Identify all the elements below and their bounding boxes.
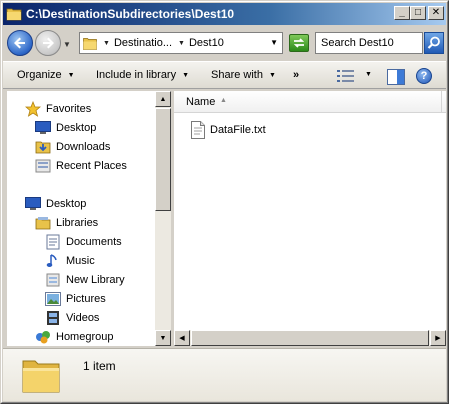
organize-menu[interactable]: Organize ▼ xyxy=(17,69,75,81)
address-box[interactable]: ▼ Destinatio... ▼ Dest10 ▼ xyxy=(79,32,283,54)
address-toolbar: ▼ ▼ Destinatio... ▼ Dest10 ▼ Search Dest… xyxy=(3,25,446,60)
folder-icon xyxy=(6,8,22,21)
navigation-scrollbar[interactable]: ▲ ▼ xyxy=(155,91,171,346)
text-file-icon xyxy=(191,121,205,139)
scroll-down-button[interactable]: ▼ xyxy=(155,330,171,346)
chevron-down-icon: ▼ xyxy=(67,72,75,79)
preview-pane-icon[interactable] xyxy=(387,69,405,85)
share-with-label: Share with xyxy=(211,69,263,81)
nav-item-new-library[interactable]: New Library xyxy=(45,272,125,288)
column-name-label: Name xyxy=(186,96,216,108)
navigation-pane[interactable]: Favorites Desktop Downloads Recent Place… xyxy=(7,91,155,346)
minimize-button[interactable]: _ xyxy=(394,6,410,20)
chevron-down-icon: ▼ xyxy=(268,72,276,79)
scrollbar-thumb[interactable] xyxy=(155,108,171,211)
folder-icon xyxy=(22,360,60,393)
nav-label: Music xyxy=(66,255,95,267)
sort-ascending-icon: ▲ xyxy=(220,97,227,104)
list-item[interactable]: DataFile.txt xyxy=(190,121,266,139)
recent-places-icon xyxy=(35,158,51,174)
include-in-library-label: Include in library xyxy=(96,69,177,81)
scrollbar-thumb[interactable] xyxy=(191,330,429,346)
forward-button[interactable] xyxy=(35,30,61,56)
homegroup-icon xyxy=(35,329,51,345)
file-name: DataFile.txt xyxy=(210,124,266,136)
desktop-icon xyxy=(35,120,51,136)
film-strip-icon xyxy=(45,310,61,326)
details-pane: 1 item xyxy=(3,348,446,401)
breadcrumb-segment[interactable]: Destinatio... xyxy=(114,37,172,49)
search-button[interactable] xyxy=(424,32,444,54)
maximize-button[interactable]: □ xyxy=(410,6,426,20)
breadcrumb-segment[interactable]: Dest10 xyxy=(189,37,224,49)
nav-item-desktop-favorite[interactable]: Desktop xyxy=(35,120,96,136)
close-button[interactable]: ✕ xyxy=(428,6,444,20)
nav-item-downloads[interactable]: Downloads xyxy=(35,139,110,155)
recent-pages-dropdown[interactable]: ▼ xyxy=(63,40,71,49)
nav-label: Desktop xyxy=(46,198,87,210)
music-note-icon xyxy=(45,253,61,269)
nav-item-libraries[interactable]: Libraries xyxy=(35,215,98,231)
nav-item-videos[interactable]: Videos xyxy=(45,310,99,326)
arrow-right-icon xyxy=(43,37,54,49)
chevron-down-icon: ▼ xyxy=(182,72,190,79)
back-button[interactable] xyxy=(7,30,33,56)
libraries-icon xyxy=(35,215,51,231)
views-icon[interactable] xyxy=(337,70,355,82)
nav-item-recent-places[interactable]: Recent Places xyxy=(35,158,127,174)
nav-label: Recent Places xyxy=(56,160,127,172)
nav-label: Pictures xyxy=(66,293,106,305)
nav-label: Libraries xyxy=(56,217,99,229)
item-count: 1 item xyxy=(83,359,116,373)
nav-item-homegroup[interactable]: Homegroup xyxy=(35,329,113,345)
column-header-name[interactable]: Name ▲ xyxy=(174,91,446,113)
nav-label: Desktop xyxy=(56,122,97,134)
window-title: C:\DestinationSubdirectories\Dest10 xyxy=(26,7,235,21)
search-input[interactable]: Search Dest10 xyxy=(315,32,423,54)
arrow-left-icon xyxy=(14,37,25,49)
nav-label: Favorites xyxy=(46,103,92,115)
file-list-scrollbar[interactable]: ◀ ▶ xyxy=(174,330,446,346)
chevron-icon[interactable]: ▼ xyxy=(178,40,185,47)
nav-label: Homegroup xyxy=(56,331,114,343)
nav-label: Documents xyxy=(66,236,122,248)
scroll-left-button[interactable]: ◀ xyxy=(174,330,190,346)
nav-label: Videos xyxy=(66,312,100,324)
chevron-icon[interactable]: ▼ xyxy=(103,40,110,47)
nav-item-favorites[interactable]: Favorites xyxy=(25,101,91,117)
nav-label: Downloads xyxy=(56,141,111,153)
include-in-library-menu[interactable]: Include in library ▼ xyxy=(96,69,189,81)
pictures-icon xyxy=(45,291,61,307)
nav-item-documents[interactable]: Documents xyxy=(45,234,122,250)
explorer-window: C:\DestinationSubdirectories\Dest10 _ □ … xyxy=(0,0,449,404)
downloads-folder-icon xyxy=(35,139,51,155)
title-bar[interactable]: C:\DestinationSubdirectories\Dest10 _ □ … xyxy=(3,3,446,25)
nav-label: New Library xyxy=(66,274,125,286)
refresh-button[interactable] xyxy=(289,34,309,52)
share-with-menu[interactable]: Share with ▼ xyxy=(211,69,276,81)
views-dropdown-icon[interactable]: ▼ xyxy=(365,71,372,78)
folder-icon xyxy=(83,37,97,50)
help-icon[interactable]: ? xyxy=(416,68,432,84)
column-divider[interactable] xyxy=(441,91,442,113)
nav-item-music[interactable]: Music xyxy=(45,253,95,269)
star-icon xyxy=(25,101,41,117)
nav-item-desktop[interactable]: Desktop xyxy=(25,196,86,212)
file-list-pane[interactable]: Name ▲ DataFile.txt xyxy=(174,91,446,346)
search-icon xyxy=(427,36,440,49)
library-icon xyxy=(45,272,61,288)
organize-label: Organize xyxy=(17,69,62,81)
scroll-up-button[interactable]: ▲ xyxy=(155,91,171,107)
desktop-icon xyxy=(25,196,41,212)
refresh-icon xyxy=(293,38,305,48)
more-commands-button[interactable]: » xyxy=(293,69,299,81)
command-bar: Organize ▼ Include in library ▼ Share with… xyxy=(3,61,446,89)
nav-item-pictures[interactable]: Pictures xyxy=(45,291,106,307)
scroll-right-button[interactable]: ▶ xyxy=(430,330,446,346)
documents-icon xyxy=(45,234,61,250)
address-dropdown-icon[interactable]: ▼ xyxy=(270,38,278,47)
